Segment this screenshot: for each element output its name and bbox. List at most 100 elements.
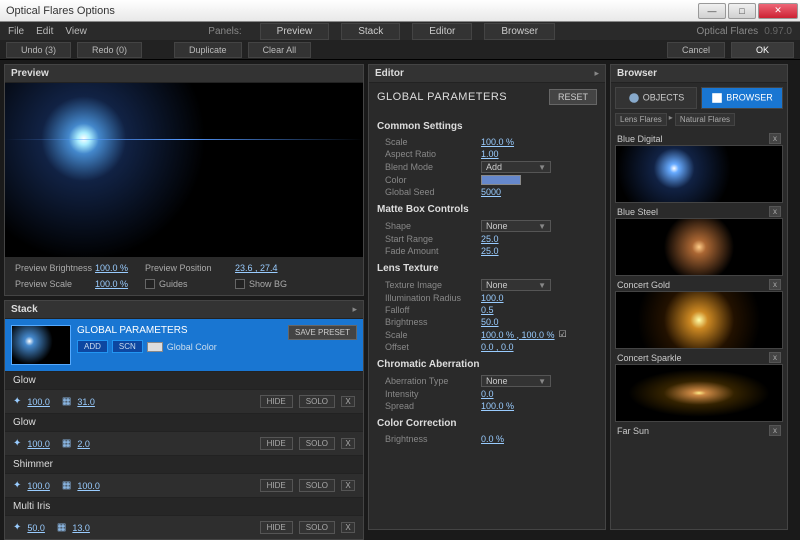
- undo-button[interactable]: Undo (3): [6, 42, 71, 58]
- collapse-icon[interactable]: ▸: [594, 68, 599, 79]
- save-preset-button[interactable]: SAVE PRESET: [288, 325, 357, 340]
- color-swatch[interactable]: [481, 175, 521, 185]
- shape-dropdown[interactable]: None▼: [481, 220, 551, 232]
- reset-button[interactable]: RESET: [549, 89, 597, 105]
- crumb-natural-flares[interactable]: Natural Flares: [675, 113, 735, 126]
- layer-scale[interactable]: 13.0: [72, 523, 90, 533]
- menu-view[interactable]: View: [65, 26, 87, 37]
- preview-title: Preview: [11, 68, 49, 79]
- panel-tab-preview[interactable]: Preview: [260, 23, 330, 40]
- menu-file[interactable]: File: [8, 26, 24, 37]
- preset-close-button[interactable]: x: [769, 206, 781, 217]
- cancel-button[interactable]: Cancel: [667, 42, 725, 58]
- panel-tab-stack[interactable]: Stack: [341, 23, 400, 40]
- solo-button[interactable]: SOLO: [299, 521, 335, 534]
- duplicate-button[interactable]: Duplicate: [174, 42, 242, 58]
- preset-thumbnail[interactable]: [615, 291, 783, 349]
- global-color-label: Global Color: [167, 342, 217, 352]
- sun-icon: ✦: [13, 438, 21, 449]
- browser-item[interactable]: Blue Steelx: [615, 205, 783, 276]
- preset-name: Concert Sparkle: [617, 353, 682, 363]
- clear-all-button[interactable]: Clear All: [248, 42, 312, 58]
- global-seed-value[interactable]: 5000: [481, 187, 501, 197]
- texture-dropdown[interactable]: None▼: [481, 279, 551, 291]
- collapse-icon[interactable]: ▸: [352, 304, 357, 315]
- preset-name: Blue Digital: [617, 134, 663, 144]
- preset-thumbnail[interactable]: [615, 364, 783, 422]
- menu-edit[interactable]: Edit: [36, 26, 53, 37]
- offset-value[interactable]: 0.0 , 0.0: [481, 342, 514, 352]
- preset-close-button[interactable]: x: [769, 279, 781, 290]
- delete-button[interactable]: X: [341, 396, 355, 407]
- stack-layer[interactable]: ✦100.0▦31.0HIDESOLOX: [5, 389, 363, 413]
- preset-close-button[interactable]: x: [769, 352, 781, 363]
- layer-scale[interactable]: 2.0: [77, 439, 90, 449]
- solo-button[interactable]: SOLO: [299, 479, 335, 492]
- intensity-value[interactable]: 0.0: [481, 389, 494, 399]
- hide-button[interactable]: HIDE: [260, 479, 293, 492]
- stack-layer[interactable]: ✦100.0▦2.0HIDESOLOX: [5, 431, 363, 455]
- layer-brightness[interactable]: 100.0: [27, 481, 50, 491]
- preview-position-value[interactable]: 23.6 , 27.4: [235, 263, 295, 273]
- panel-tab-browser[interactable]: Browser: [484, 23, 555, 40]
- objects-tab[interactable]: OBJECTS: [615, 87, 697, 109]
- delete-button[interactable]: X: [341, 438, 355, 449]
- preset-close-button[interactable]: x: [769, 133, 781, 144]
- close-button[interactable]: ✕: [758, 3, 798, 19]
- crumb-lens-flares[interactable]: Lens Flares: [615, 113, 667, 126]
- browser-item[interactable]: Concert Goldx: [615, 278, 783, 349]
- minimize-button[interactable]: —: [698, 3, 726, 19]
- link-icon[interactable]: ☑: [559, 329, 567, 340]
- global-color-swatch[interactable]: [147, 342, 163, 352]
- global-parameters-strip[interactable]: GLOBAL PARAMETERS ADD SCN Global Color S…: [5, 319, 363, 371]
- layer-brightness[interactable]: 50.0: [27, 523, 45, 533]
- hide-button[interactable]: HIDE: [260, 521, 293, 534]
- preview-viewport[interactable]: [5, 83, 363, 257]
- falloff-value[interactable]: 0.5: [481, 305, 494, 315]
- scn-button[interactable]: SCN: [112, 340, 143, 353]
- illumination-value[interactable]: 100.0: [481, 293, 504, 303]
- section-common: Common Settings: [377, 121, 597, 132]
- showbg-checkbox[interactable]: Show BG: [235, 279, 295, 289]
- layer-scale[interactable]: 100.0: [77, 481, 100, 491]
- spread-value[interactable]: 100.0 %: [481, 401, 514, 411]
- redo-button[interactable]: Redo (0): [77, 42, 142, 58]
- preset-close-button[interactable]: x: [769, 425, 781, 436]
- lens-brightness-value[interactable]: 50.0: [481, 317, 499, 327]
- scale-value[interactable]: 100.0 %: [481, 137, 514, 147]
- ok-button[interactable]: OK: [731, 42, 794, 58]
- blend-mode-dropdown[interactable]: Add▼: [481, 161, 551, 173]
- layer-scale[interactable]: 31.0: [77, 397, 95, 407]
- cc-brightness-value[interactable]: 0.0 %: [481, 434, 504, 444]
- browser-item[interactable]: Far Sunx: [615, 424, 783, 437]
- stack-layer[interactable]: ✦100.0▦100.0HIDESOLOX: [5, 473, 363, 497]
- browser-tab[interactable]: BROWSER: [701, 87, 783, 109]
- fade-amount-value[interactable]: 25.0: [481, 246, 499, 256]
- preview-scale-value[interactable]: 100.0 %: [95, 279, 145, 289]
- lens-scale-value[interactable]: 100.0 % , 100.0 %: [481, 330, 555, 340]
- maximize-button[interactable]: □: [728, 3, 756, 19]
- solo-button[interactable]: SOLO: [299, 395, 335, 408]
- preset-thumbnail[interactable]: [615, 218, 783, 276]
- solo-button[interactable]: SOLO: [299, 437, 335, 450]
- delete-button[interactable]: X: [341, 480, 355, 491]
- hide-button[interactable]: HIDE: [260, 437, 293, 450]
- browser-item[interactable]: Concert Sparkle x: [615, 351, 783, 422]
- layer-brightness[interactable]: 100.0: [27, 439, 50, 449]
- start-range-value[interactable]: 25.0: [481, 234, 499, 244]
- sun-icon: ✦: [13, 480, 21, 491]
- preset-thumbnail[interactable]: [615, 145, 783, 203]
- hide-button[interactable]: HIDE: [260, 395, 293, 408]
- stack-layer[interactable]: ✦50.0▦13.0HIDESOLOX: [5, 515, 363, 539]
- panels-label: Panels:: [208, 26, 241, 37]
- window-title: Optical Flares Options: [2, 5, 696, 17]
- guides-checkbox[interactable]: Guides: [145, 279, 235, 289]
- layer-brightness[interactable]: 100.0: [27, 397, 50, 407]
- delete-button[interactable]: X: [341, 522, 355, 533]
- add-button[interactable]: ADD: [77, 340, 108, 353]
- panel-tab-editor[interactable]: Editor: [412, 23, 472, 40]
- aspect-ratio-value[interactable]: 1.00: [481, 149, 499, 159]
- preview-brightness-value[interactable]: 100.0 %: [95, 263, 145, 273]
- aberration-dropdown[interactable]: None▼: [481, 375, 551, 387]
- browser-item[interactable]: Blue Digital x: [615, 132, 783, 203]
